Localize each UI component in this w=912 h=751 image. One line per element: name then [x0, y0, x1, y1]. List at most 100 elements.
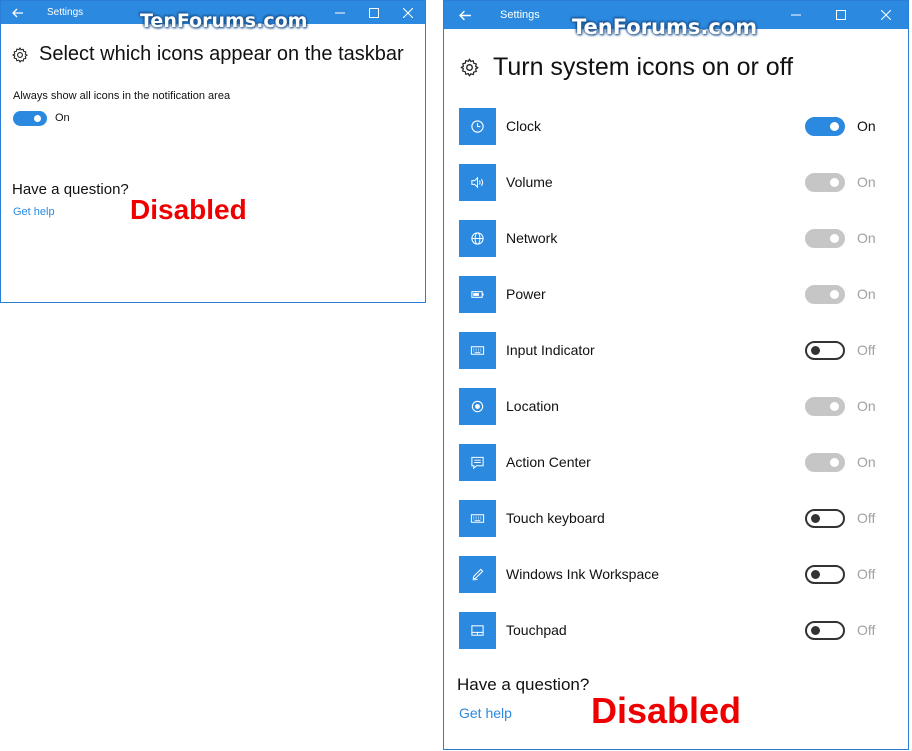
row-state: Off	[857, 342, 876, 358]
row-state: On	[857, 118, 876, 134]
row-label: Location	[506, 398, 559, 414]
back-arrow-icon	[12, 8, 23, 17]
system-icon-row-touchpad: Touchpad Off	[459, 612, 889, 668]
disabled-annotation: Disabled	[591, 690, 742, 731]
toggle-knob	[830, 178, 839, 187]
minimize-button[interactable]	[323, 1, 357, 24]
get-help-link[interactable]: Get help	[13, 206, 55, 218]
page-title-text: Turn system icons on or off	[493, 53, 794, 81]
row-state: Off	[857, 566, 876, 582]
system-icon-row-volume: Volume On	[459, 164, 889, 220]
question-heading: Have a question?	[457, 675, 590, 694]
row-state: On	[857, 230, 876, 246]
gear-icon	[460, 58, 479, 77]
system-icon-row-location: Location On	[459, 388, 889, 444]
volume-icon	[459, 164, 496, 201]
row-state: Off	[857, 622, 876, 638]
location-icon	[459, 388, 496, 425]
toggle-knob	[811, 570, 820, 579]
power-toggle	[805, 285, 845, 304]
row-label: Touch keyboard	[506, 510, 605, 526]
close-button[interactable]	[391, 1, 425, 24]
input-indicator-toggle[interactable]	[805, 341, 845, 360]
system-icon-row-input-indicator: Input Indicator Off	[459, 332, 889, 388]
maximize-button[interactable]	[357, 1, 391, 24]
action-center-toggle	[805, 453, 845, 472]
location-toggle	[805, 397, 845, 416]
toggle-knob	[34, 115, 41, 122]
row-label: Windows Ink Workspace	[506, 566, 660, 582]
row-label: Volume	[506, 174, 553, 190]
window-title: Settings	[500, 9, 540, 21]
page-title: Select which icons appear on the taskbar	[11, 43, 404, 66]
window-title: Settings	[47, 7, 84, 18]
always-show-state: On	[55, 112, 70, 124]
toggle-knob	[830, 290, 839, 299]
close-icon	[880, 10, 891, 20]
keyboard-icon	[459, 332, 496, 369]
pen-icon	[459, 556, 496, 593]
maximize-icon	[835, 10, 846, 20]
always-show-label: Always show all icons in the notificatio…	[13, 90, 231, 102]
settings-window-system-icons: Settings Turn system icons on or off Clo…	[443, 0, 909, 750]
toggle-knob	[830, 122, 839, 131]
row-label: Action Center	[506, 454, 591, 470]
page-title: Turn system icons on or off	[459, 53, 793, 82]
toggle-knob	[811, 346, 820, 355]
system-icon-row-touch-keyboard: Touch keyboard Off	[459, 500, 889, 556]
toggle-knob	[830, 234, 839, 243]
question-heading: Have a question?	[12, 181, 129, 198]
row-state: Off	[857, 510, 876, 526]
back-button[interactable]	[444, 1, 486, 29]
row-label: Network	[506, 230, 558, 246]
settings-window-taskbar-icons: Settings Select which icons appear on th…	[0, 0, 426, 303]
maximize-icon	[369, 7, 379, 18]
gear-icon	[12, 46, 28, 63]
volume-toggle	[805, 173, 845, 192]
row-state: On	[857, 454, 876, 470]
toggle-knob	[830, 458, 839, 467]
action-center-icon	[459, 444, 496, 481]
minimize-icon	[790, 14, 801, 16]
row-label: Power	[506, 286, 546, 302]
window-controls	[323, 1, 425, 24]
maximize-button[interactable]	[818, 1, 863, 29]
page-title-text: Select which icons appear on the taskbar	[39, 43, 404, 65]
system-icon-row-power: Power On	[459, 276, 889, 332]
disabled-annotation: Disabled	[130, 194, 247, 225]
clock-toggle[interactable]	[805, 117, 845, 136]
close-icon	[403, 7, 413, 18]
touchpad-toggle[interactable]	[805, 621, 845, 640]
title-bar: Settings	[444, 1, 908, 29]
system-icon-row-windows-ink-workspace: Windows Ink Workspace Off	[459, 556, 889, 612]
toggle-knob	[830, 402, 839, 411]
row-label: Input Indicator	[506, 342, 595, 358]
network-icon	[459, 220, 496, 257]
back-arrow-icon	[458, 10, 471, 20]
clock-icon	[459, 108, 496, 145]
windows-ink-workspace-toggle[interactable]	[805, 565, 845, 584]
system-icon-list: Clock On Volume On Network On Power On Input Ind…	[459, 108, 889, 668]
touch-keyboard-toggle[interactable]	[805, 509, 845, 528]
close-button[interactable]	[863, 1, 908, 29]
power-icon	[459, 276, 496, 313]
network-toggle	[805, 229, 845, 248]
system-icon-row-clock: Clock On	[459, 108, 889, 164]
row-state: On	[857, 398, 876, 414]
always-show-toggle[interactable]	[13, 111, 47, 126]
keyboard-icon	[459, 500, 496, 537]
system-icon-row-network: Network On	[459, 220, 889, 276]
minimize-button[interactable]	[773, 1, 818, 29]
window-controls	[773, 1, 908, 29]
touchpad-icon	[459, 612, 496, 649]
row-label: Touchpad	[506, 622, 567, 638]
toggle-knob	[811, 514, 820, 523]
row-state: On	[857, 174, 876, 190]
system-icon-row-action-center: Action Center On	[459, 444, 889, 500]
minimize-icon	[335, 12, 345, 13]
title-bar: Settings	[1, 1, 425, 24]
get-help-link[interactable]: Get help	[459, 705, 512, 721]
back-button[interactable]	[1, 1, 35, 24]
toggle-knob	[811, 626, 820, 635]
row-state: On	[857, 286, 876, 302]
